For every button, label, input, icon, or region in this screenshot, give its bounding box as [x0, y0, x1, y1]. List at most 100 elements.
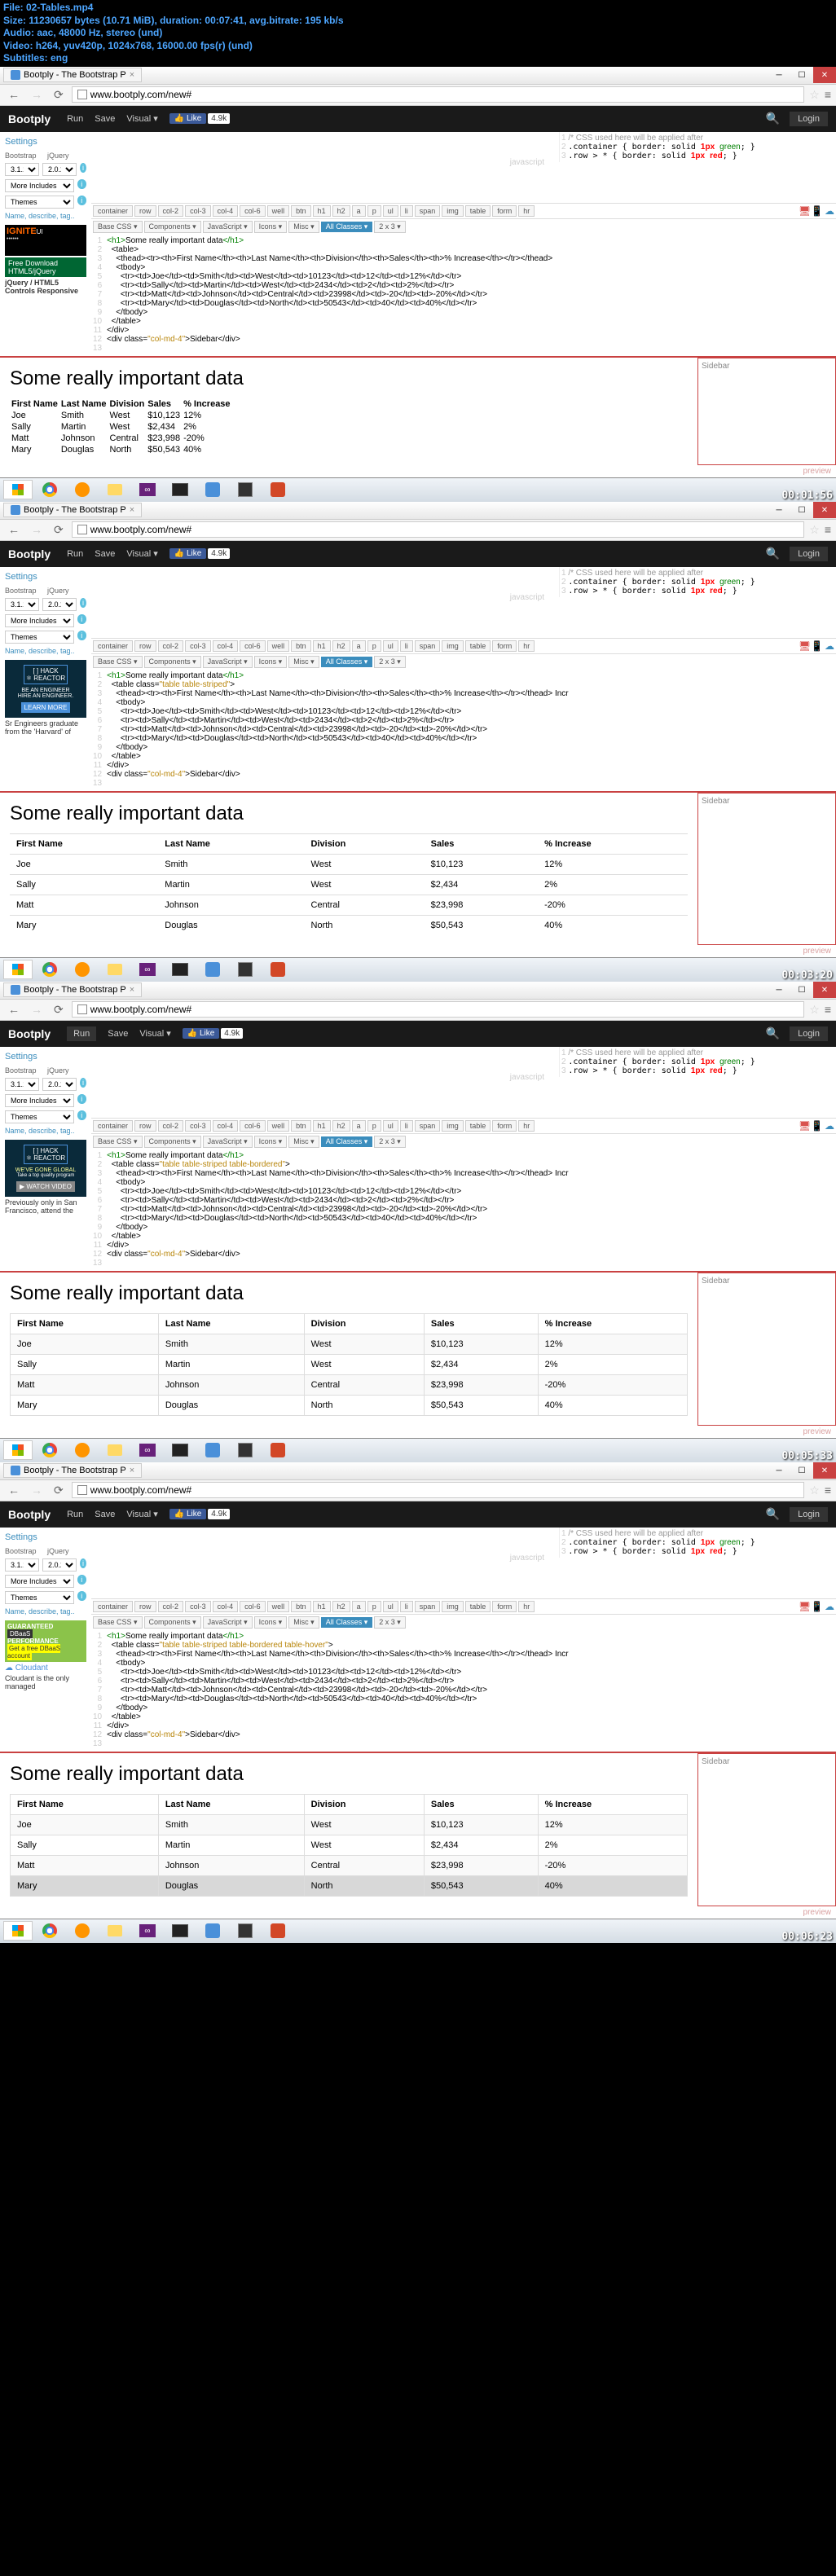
minimize-button[interactable]: ─ — [768, 982, 790, 998]
insert-h2[interactable]: h2 — [332, 1601, 350, 1612]
all-classes-button[interactable]: All Classes ▾ — [321, 657, 373, 667]
menu-icon[interactable]: ≡ — [825, 1003, 831, 1016]
insert-row[interactable]: row — [134, 205, 156, 217]
describe-link[interactable]: Name, describe, tag.. — [5, 1607, 86, 1615]
device-icon[interactable]: 🖥📱 — [799, 205, 823, 217]
insert-col-6[interactable]: col-6 — [240, 640, 266, 652]
close-tab-icon[interactable]: × — [130, 70, 134, 80]
taskbar-powerpoint[interactable] — [262, 1440, 293, 1461]
insert-col-2[interactable]: col-2 — [158, 1120, 184, 1132]
taskbar-app[interactable] — [197, 1920, 228, 1941]
menu-icon[interactable]: ≡ — [825, 88, 831, 101]
taskbar-console[interactable] — [165, 1920, 196, 1941]
info-icon[interactable]: i — [80, 1078, 86, 1088]
menu-icon[interactable]: ≡ — [825, 1484, 831, 1497]
insert-p[interactable]: p — [367, 1120, 381, 1132]
browser-tab[interactable]: Bootply - The Bootstrap P × — [3, 1463, 142, 1478]
taskbar-explorer[interactable] — [99, 479, 130, 500]
back-button[interactable]: ← — [5, 1003, 23, 1016]
brand-logo[interactable]: Bootply — [8, 547, 51, 560]
close-tab-icon[interactable]: × — [130, 505, 134, 515]
info-icon[interactable]: i — [77, 196, 86, 205]
close-button[interactable]: ✕ — [813, 982, 836, 998]
forward-button[interactable]: → — [28, 88, 46, 101]
insert-container[interactable]: container — [93, 640, 133, 652]
ad-guaranteed[interactable]: GUARANTEEDDBaaSPERFORMANCEGet a free DBa… — [5, 1620, 86, 1662]
insert-li[interactable]: li — [400, 1601, 413, 1612]
taskbar-chrome[interactable] — [34, 479, 65, 500]
run-link[interactable]: Run — [67, 1510, 83, 1519]
info-icon[interactable]: i — [77, 614, 86, 624]
insert-p[interactable]: p — [367, 640, 381, 652]
taskbar-vs[interactable]: ∞ — [132, 959, 163, 980]
browser-tab[interactable]: Bootply - The Bootstrap P × — [3, 68, 142, 82]
insert-row[interactable]: row — [134, 1120, 156, 1132]
taskbar-app[interactable] — [197, 479, 228, 500]
css-editor[interactable]: 1 /* CSS used here will be applied after… — [559, 132, 836, 162]
taskbar-explorer[interactable] — [99, 1440, 130, 1461]
grid-button[interactable]: 2 x 3 ▾ — [374, 221, 406, 233]
insert-hr[interactable]: hr — [518, 1601, 535, 1612]
login-button[interactable]: Login — [790, 112, 828, 126]
info-icon[interactable]: i — [77, 1591, 86, 1601]
javascript-menu[interactable]: JavaScript ▾ — [203, 221, 253, 233]
reload-button[interactable]: ⟳ — [51, 523, 67, 537]
forward-button[interactable]: → — [28, 523, 46, 536]
taskbar-firefox[interactable] — [67, 1920, 98, 1941]
jquery-select[interactable]: 2.0.2 — [42, 1078, 77, 1091]
components-menu[interactable]: Components ▾ — [144, 221, 201, 233]
insert-span[interactable]: span — [415, 1120, 441, 1132]
forward-button[interactable]: → — [28, 1484, 46, 1497]
taskbar-firefox[interactable] — [67, 959, 98, 980]
insert-row[interactable]: row — [134, 640, 156, 652]
fb-like-button[interactable]: 👍 Like — [169, 113, 207, 124]
bookmark-icon[interactable]: ☆ — [809, 88, 820, 102]
taskbar-app[interactable] — [197, 959, 228, 980]
insert-table[interactable]: table — [465, 1601, 491, 1612]
code-body[interactable]: <h1>Some really important data</h1> <tab… — [107, 236, 552, 353]
insert-ul[interactable]: ul — [383, 1120, 398, 1132]
taskbar-sublime[interactable] — [230, 479, 261, 500]
insert-form[interactable]: form — [492, 640, 517, 652]
insert-btn[interactable]: btn — [291, 1120, 311, 1132]
components-menu[interactable]: Components ▾ — [144, 1136, 201, 1148]
insert-img[interactable]: img — [442, 640, 464, 652]
grid-button[interactable]: 2 x 3 ▾ — [374, 1616, 406, 1629]
describe-link[interactable]: Name, describe, tag.. — [5, 1127, 86, 1135]
ad-cloudant[interactable]: ☁ Cloudant — [5, 1664, 86, 1673]
taskbar-console[interactable] — [165, 959, 196, 980]
info-icon[interactable]: i — [80, 1558, 86, 1568]
jquery-select[interactable]: 2.0.2 — [42, 163, 77, 176]
insert-hr[interactable]: hr — [518, 640, 535, 652]
insert-col-3[interactable]: col-3 — [185, 1601, 211, 1612]
taskbar-explorer[interactable] — [99, 959, 130, 980]
html-editor[interactable]: 12345678910111213 <h1>Some really import… — [91, 1150, 836, 1269]
insert-p[interactable]: p — [367, 1601, 381, 1612]
insert-col-3[interactable]: col-3 — [185, 1120, 211, 1132]
close-button[interactable]: ✕ — [813, 67, 836, 83]
maximize-button[interactable]: ☐ — [790, 1462, 813, 1479]
insert-li[interactable]: li — [400, 640, 413, 652]
search-icon[interactable]: 🔍 — [766, 112, 780, 125]
insert-h2[interactable]: h2 — [332, 1120, 350, 1132]
more-includes-select[interactable]: More Includes — [5, 1094, 74, 1107]
url-input[interactable]: www.bootply.com/new# — [72, 1482, 805, 1498]
search-icon[interactable]: 🔍 — [766, 1026, 780, 1040]
insert-h1[interactable]: h1 — [313, 640, 331, 652]
close-tab-icon[interactable]: × — [130, 1466, 134, 1475]
reload-button[interactable]: ⟳ — [51, 88, 67, 102]
insert-well[interactable]: well — [267, 640, 290, 652]
insert-col-6[interactable]: col-6 — [240, 1601, 266, 1612]
taskbar-vs[interactable]: ∞ — [132, 479, 163, 500]
css-editor[interactable]: 1 /* CSS used here will be applied after… — [559, 1528, 836, 1558]
info-icon[interactable]: i — [77, 631, 86, 640]
fb-like-button[interactable]: 👍 Like — [169, 548, 207, 559]
insert-ul[interactable]: ul — [383, 640, 398, 652]
themes-select[interactable]: Themes — [5, 1110, 74, 1123]
cloud-icon[interactable]: ☁ — [825, 640, 834, 652]
start-button[interactable] — [3, 960, 33, 979]
minimize-button[interactable]: ─ — [768, 67, 790, 83]
insert-btn[interactable]: btn — [291, 1601, 311, 1612]
url-input[interactable]: www.bootply.com/new# — [72, 521, 805, 538]
close-button[interactable]: ✕ — [813, 502, 836, 518]
